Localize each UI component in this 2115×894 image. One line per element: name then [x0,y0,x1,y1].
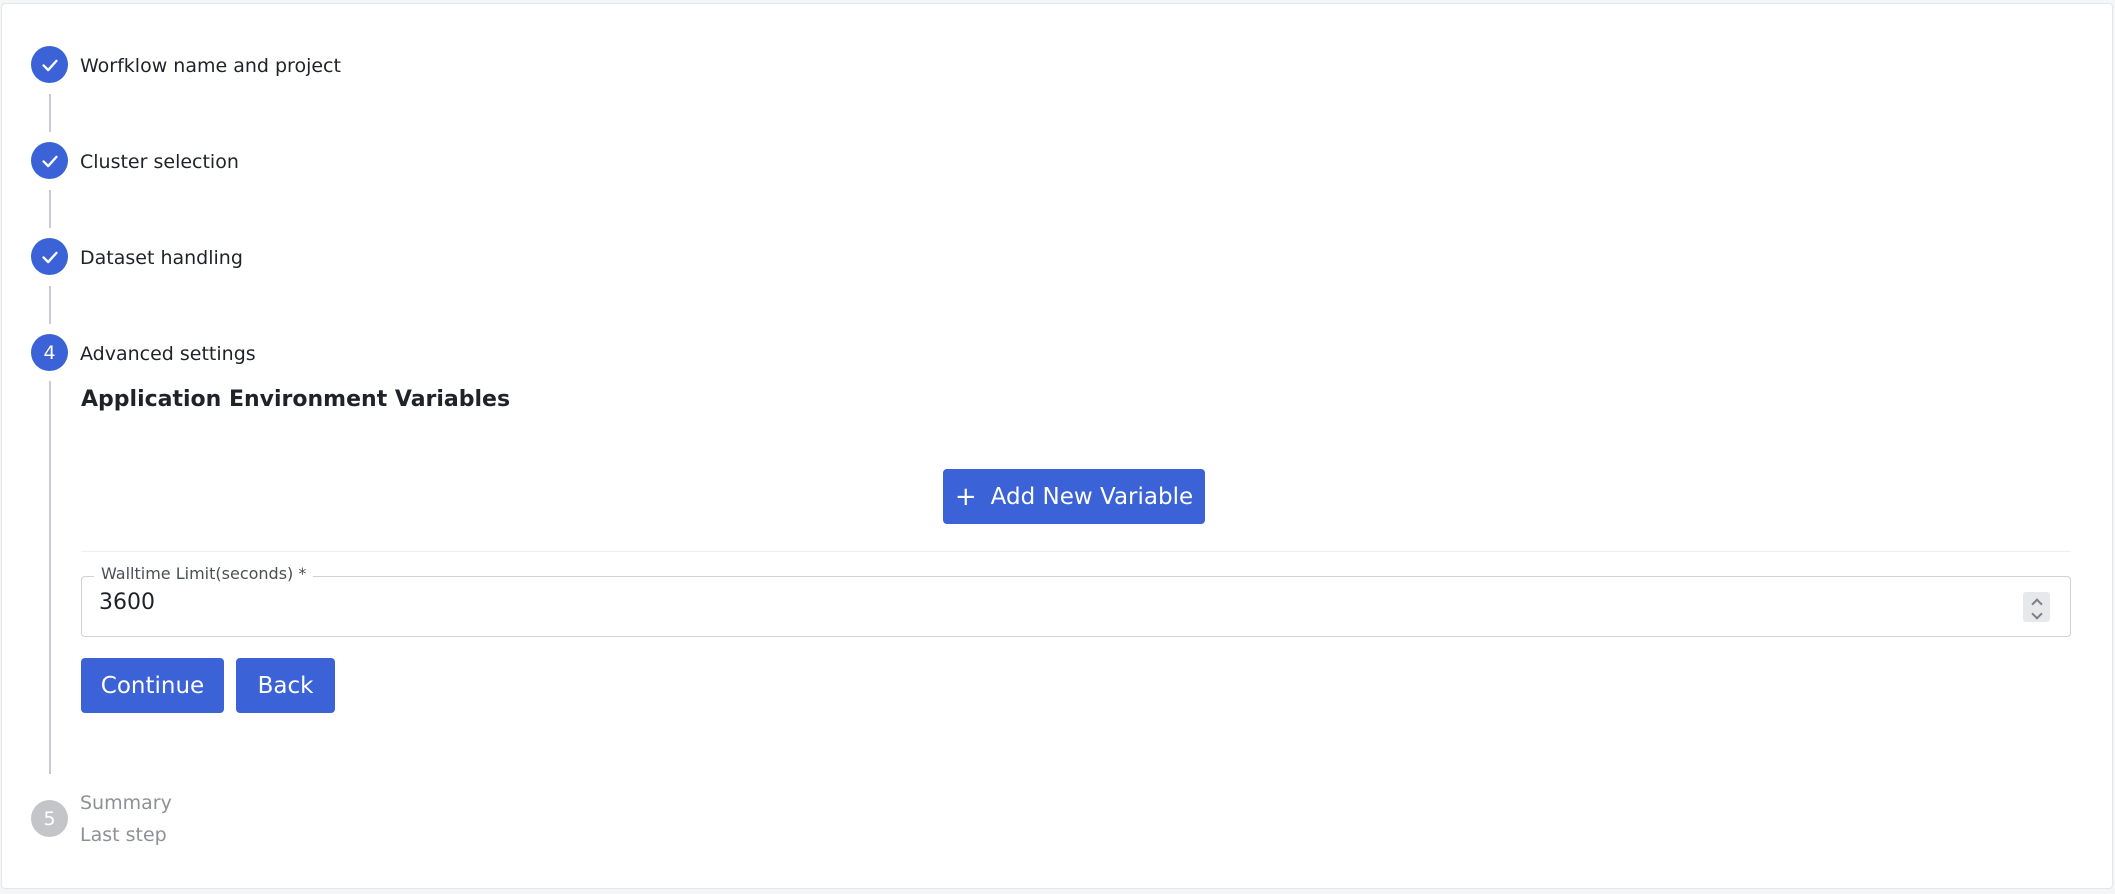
step-2-label[interactable]: Cluster selection [80,150,239,174]
add-new-variable-label: Add New Variable [990,483,1194,510]
step-3-label[interactable]: Dataset handling [80,246,243,270]
number-stepper-icon[interactable] [2023,592,2050,622]
step-3-check-icon [31,238,68,275]
section-title: Application Environment Variables [81,387,511,412]
chevron-down-icon[interactable] [2030,608,2043,620]
walltime-limit-label: Walltime Limit(seconds) * [94,564,314,583]
step-5-sublabel: Last step [80,824,167,846]
plus-icon: + [954,481,977,512]
step-connector [49,190,51,228]
step-4-label: Advanced settings [80,343,256,365]
step-5-number-badge: 5 [31,800,68,837]
step-connector [49,94,51,132]
walltime-limit-field[interactable]: Walltime Limit(seconds) * 3600 [81,564,2071,637]
step-4-number-badge: 4 [31,334,68,371]
walltime-limit-input[interactable]: 3600 [99,590,155,615]
divider [81,551,2071,552]
step-connector [49,286,51,324]
step-5-label: Summary [80,792,172,814]
step-1-check-icon [31,46,68,83]
workflow-stepper-card: Worfklow name and project Cluster select… [1,3,2113,889]
continue-button[interactable]: Continue [81,658,224,713]
step-2-check-icon [31,142,68,179]
step-1-label[interactable]: Worfklow name and project [80,54,341,78]
step-content-rail [49,381,51,774]
add-new-variable-button[interactable]: + Add New Variable [943,469,1205,524]
back-button[interactable]: Back [236,658,335,713]
